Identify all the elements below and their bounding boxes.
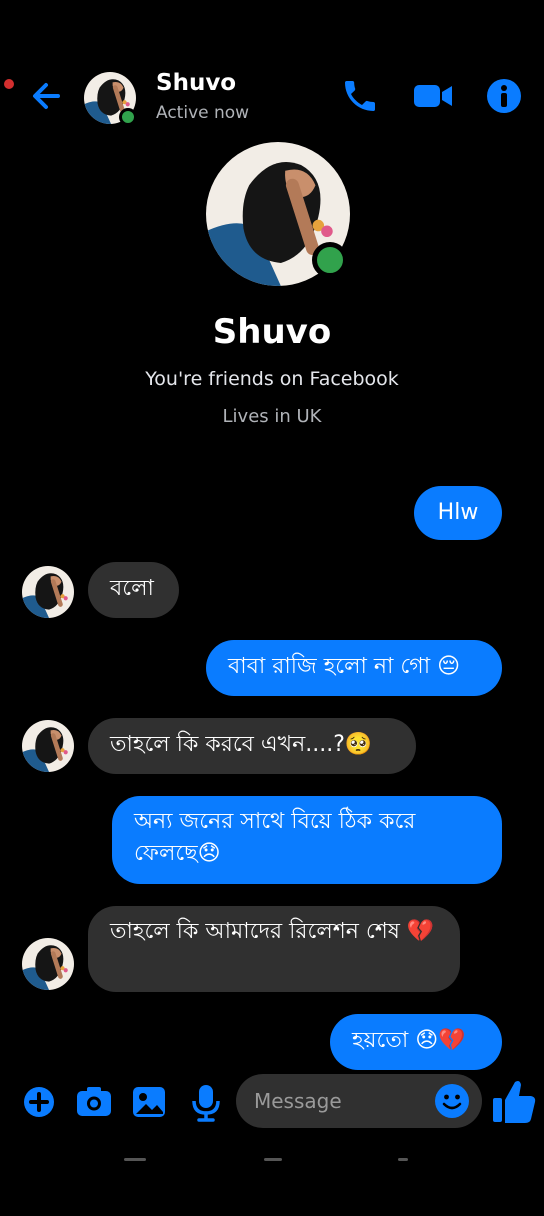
message-bubble-incoming[interactable]: তাহলে কি করবে এখন....?🥺 [88,718,416,774]
sender-avatar[interactable] [22,566,74,618]
message-composer[interactable] [236,1074,482,1128]
online-indicator [119,108,137,126]
message-bubble-outgoing[interactable]: Hlw [414,486,502,540]
profile-online-indicator [312,242,348,278]
nav-bar-segment [264,1158,282,1161]
message-bubble-outgoing[interactable]: অন্য জনের সাথে বিয়ে ঠিক করে ফেলছে😞 [112,796,502,884]
back-arrow-icon[interactable] [28,76,68,116]
profile-location: Lives in UK [222,406,322,427]
microphone-icon[interactable] [186,1080,226,1124]
message-bubble-incoming[interactable]: তাহলে কি আমাদের রিলেশন শেষ 💔 [88,906,460,992]
active-status: Active now [156,103,250,123]
camera-icon[interactable] [74,1080,114,1124]
contact-name[interactable]: Shuvo [156,70,236,96]
nav-bar-segment [398,1158,408,1161]
video-camera-icon[interactable] [412,76,452,116]
sender-avatar[interactable] [22,938,74,990]
message-bubble-incoming[interactable]: বলো [88,562,179,618]
profile-name: Shuvo [212,312,332,352]
friends-status: You're friends on Facebook [145,368,399,390]
message-bubble-outgoing[interactable]: হয়তো 😞💔 [330,1014,502,1070]
phone-icon[interactable] [340,76,380,116]
recording-dot [4,79,14,89]
plus-circle-icon[interactable] [20,1080,60,1124]
nav-bar-segment [124,1158,146,1161]
sender-avatar[interactable] [22,720,74,772]
message-input[interactable] [254,1074,424,1128]
emoji-icon[interactable] [434,1083,470,1119]
thumbs-up-icon[interactable] [490,1076,538,1126]
message-bubble-outgoing[interactable]: বাবা রাজি হলো না গো 😔 [206,640,502,696]
info-icon[interactable] [484,76,524,116]
image-icon[interactable] [130,1080,170,1124]
